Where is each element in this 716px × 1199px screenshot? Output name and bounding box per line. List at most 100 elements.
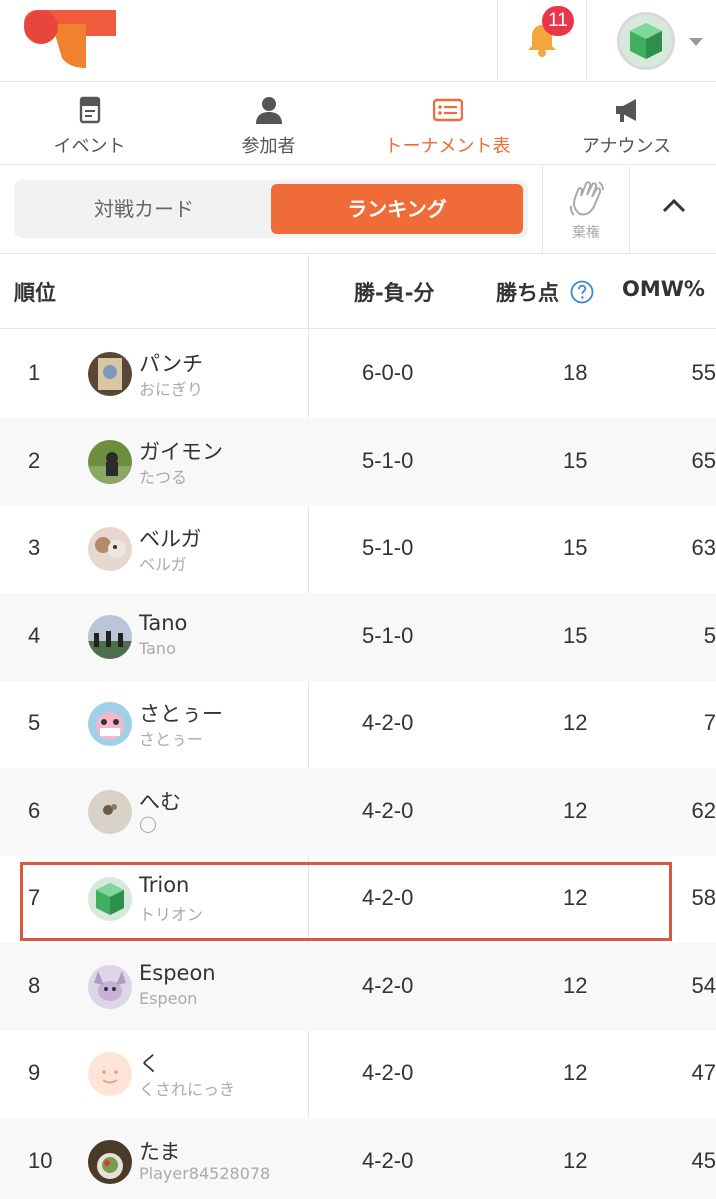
table-row[interactable]: 8 Espeon Espeon 4-2-0 12 54 [0,942,716,1031]
forfeit-label: 棄権 [572,225,600,241]
record-value: 5-1-0 [362,535,414,560]
omw-value: 65 [691,447,716,473]
omw-value: 5 [703,622,716,648]
player-subname: くされにっき [139,1080,236,1099]
user-avatar [617,12,675,70]
rank-value: 10 [28,1147,53,1173]
table-row[interactable]: 2 ガイモンたつる 5-1-0 15 65 [0,417,716,506]
help-icon[interactable] [570,280,594,304]
player-avatar [88,789,132,834]
record-value: 4-2-0 [362,972,414,998]
chevron-up-icon [662,198,686,213]
player-subname: Espeon [139,988,198,1008]
rank-value: 3 [28,535,41,560]
event-doc-icon [79,96,100,124]
omw-value: 54 [691,972,716,998]
table-row[interactable]: 3 ベルガ ベルガ 5-1-0 15 63 [0,505,716,593]
ranking-tab-button[interactable]: ランキング [271,184,523,234]
points-value: 12 [563,1060,588,1085]
view-segmented-control: 対戦カード ランキング [14,180,528,238]
player-subname: ◯ [139,813,157,833]
omw-value: 62 [691,797,716,823]
player-subname: おにぎり [139,380,204,399]
rank-column-header: 順位 [14,281,56,305]
tab-announce[interactable]: アナウンス [537,83,716,165]
view-switch-row: 対戦カード ランキング 棄権 [0,166,716,254]
points-header-label: 勝ち点 [496,281,559,305]
omw-value: 55 [691,360,716,385]
event-tabs: イベント 参加者 トーナメント表 アナウンス [0,83,716,165]
highlight-box [20,862,672,941]
record-value: 4-2-0 [362,1060,414,1085]
omw-value: 58 [691,885,716,910]
table-row[interactable]: 6 へむ ◯ 4-2-0 12 62 [0,767,716,856]
ranking-table-header: 順位 勝-負-分 勝ち点 OMW% [0,255,716,329]
record-value: 4-2-0 [362,710,414,735]
rank-value: 4 [28,622,41,648]
tab-participants[interactable]: 参加者 [179,83,358,165]
person-icon [255,97,282,124]
tab-announce-label: アナウンス [581,136,672,157]
collapse-button[interactable] [640,166,716,254]
points-value: 15 [563,447,588,473]
points-value: 15 [563,535,588,560]
notification-count-badge: 11 [542,6,574,36]
megaphone-icon [615,99,636,122]
player-name: く [139,1052,160,1076]
notifications-button[interactable]: 11 [497,0,586,82]
table-row[interactable]: 9 くくされにっき 4-2-0 12 47 [0,1030,716,1118]
player-avatar [88,614,132,659]
player-subname: さとぅー [139,730,204,749]
rank-value: 6 [28,797,41,823]
rank-value: 9 [28,1060,41,1085]
player-name: へむ [139,789,181,814]
omw-value: 7 [703,710,716,735]
table-row[interactable]: 5 さとぅー さとぅー 4-2-0 12 7 [0,680,716,768]
player-avatar [88,527,132,571]
top-header: 11 [0,0,716,82]
player-name: ガイモン [139,439,223,464]
player-subname: Player84528078 [139,1163,271,1183]
omw-value: 47 [691,1060,716,1085]
player-avatar [88,702,132,746]
rank-value: 1 [28,360,41,385]
tab-participants-label: 参加者 [241,136,296,157]
rank-value: 8 [28,972,41,998]
player-name: Tano [139,610,188,635]
table-row[interactable]: 10 たま Player84528078 4-2-0 12 45 [0,1117,716,1199]
record-value: 4-2-0 [362,797,414,823]
tab-event[interactable]: イベント [0,83,179,165]
omw-value: 63 [691,535,716,560]
omw-column-header: OMW% [622,277,705,301]
player-avatar [88,439,132,484]
player-subname: ベルガ [139,555,187,574]
record-value: 5-1-0 [362,447,414,473]
omw-value: 45 [691,1147,716,1173]
points-value: 12 [563,797,588,823]
account-menu[interactable] [586,0,716,82]
player-avatar [88,352,132,396]
record-column-header: 勝-負-分 [354,281,435,305]
player-avatar [88,1139,132,1184]
points-value: 15 [563,622,588,648]
table-row[interactable]: 4 Tano Tano 5-1-0 15 5 [0,592,716,681]
record-value: 5-1-0 [362,622,414,648]
player-name: さとぅー [139,702,223,726]
tab-event-label: イベント [53,136,126,157]
record-value: 4-2-0 [362,1147,414,1173]
matchups-tab-button[interactable]: 対戦カード [18,184,270,234]
tab-bracket[interactable]: トーナメント表 [358,83,537,165]
forfeit-button[interactable]: 棄権 [542,166,630,254]
rank-value: 5 [28,710,41,735]
points-value: 12 [563,710,588,735]
player-name: Espeon [139,960,216,985]
wave-hand-icon [569,181,604,216]
player-subname: たつる [139,467,188,487]
player-name: たま [139,1139,181,1164]
tab-bracket-label: トーナメント表 [384,136,511,157]
player-name: ベルガ [139,527,202,551]
brand-logo[interactable] [24,10,116,70]
table-row[interactable]: 1 パンチ おにぎり 6-0-0 18 55 [0,330,716,418]
rank-value: 2 [28,447,41,473]
points-column-header: 勝ち点 [496,277,594,307]
